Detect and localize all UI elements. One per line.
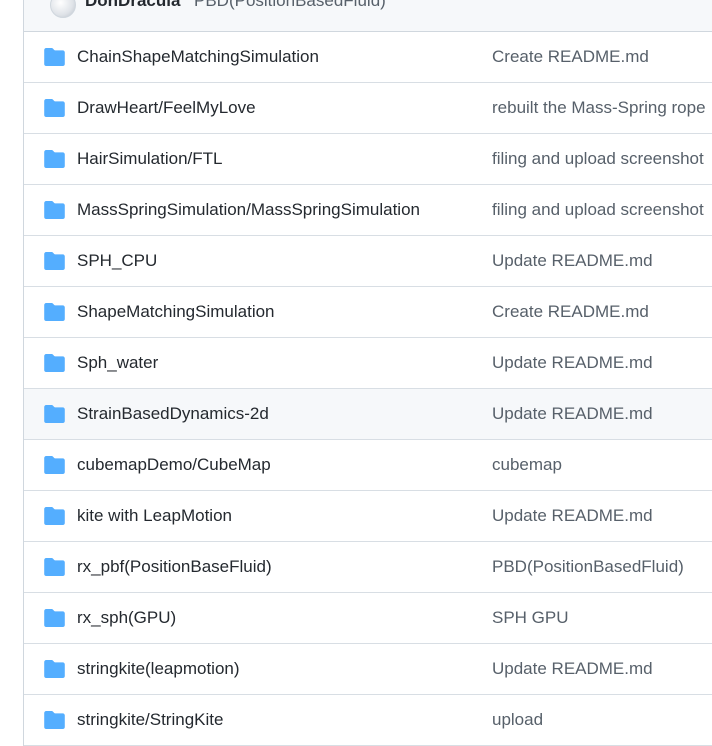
file-name-link[interactable]: stringkite(leapmotion) xyxy=(77,659,240,679)
file-row[interactable]: cubemapDemo/CubeMap cubemap xyxy=(24,440,712,491)
file-name-link[interactable]: ShapeMatchingSimulation xyxy=(77,302,275,322)
file-name-link[interactable]: Sph_water xyxy=(77,353,158,373)
file-row[interactable]: DrawHeart/FeelMyLove rebuilt the Mass-Sp… xyxy=(24,83,712,134)
file-table: DonDracula PBD(PositionBasedFluid) Chain… xyxy=(23,0,712,746)
file-row[interactable]: stringkite/StringKite upload xyxy=(24,695,712,746)
file-row[interactable]: rx_sph(GPU) SPH GPU xyxy=(24,593,712,644)
folder-icon xyxy=(44,48,65,66)
folder-icon xyxy=(44,405,65,423)
file-name-link[interactable]: rx_pbf(PositionBaseFluid) xyxy=(77,557,272,577)
file-name-link[interactable]: kite with LeapMotion xyxy=(77,506,232,526)
folder-icon xyxy=(44,660,65,678)
folder-icon xyxy=(44,201,65,219)
commit-message-link[interactable]: PBD(PositionBasedFluid) xyxy=(492,557,684,577)
file-name-link[interactable]: DrawHeart/FeelMyLove xyxy=(77,98,256,118)
latest-commit-header: DonDracula PBD(PositionBasedFluid) xyxy=(24,0,712,32)
commit-message-link[interactable]: cubemap xyxy=(492,455,562,475)
file-row[interactable]: stringkite(leapmotion) Update README.md xyxy=(24,644,712,695)
commit-message-link[interactable]: Update README.md xyxy=(492,506,653,526)
commit-message-link[interactable]: SPH GPU xyxy=(492,608,569,628)
file-row[interactable]: ChainShapeMatchingSimulation Create READ… xyxy=(24,32,712,83)
folder-icon xyxy=(44,456,65,474)
folder-icon xyxy=(44,303,65,321)
commit-message-link[interactable]: filing and upload screenshot xyxy=(492,149,704,169)
commit-message-link[interactable]: filing and upload screenshot xyxy=(492,200,704,220)
file-row-hovered[interactable]: StrainBasedDynamics-2d Update README.md xyxy=(24,389,712,440)
file-row[interactable]: ShapeMatchingSimulation Create README.md xyxy=(24,287,712,338)
folder-icon xyxy=(44,252,65,270)
file-row[interactable]: SPH_CPU Update README.md xyxy=(24,236,712,287)
file-row[interactable]: rx_pbf(PositionBaseFluid) PBD(PositionBa… xyxy=(24,542,712,593)
file-name-link[interactable]: SPH_CPU xyxy=(77,251,157,271)
commit-message-link[interactable]: Update README.md xyxy=(492,659,653,679)
folder-icon xyxy=(44,150,65,168)
commit-message-link[interactable]: upload xyxy=(492,710,543,730)
file-row[interactable]: Sph_water Update README.md xyxy=(24,338,712,389)
latest-commit-message[interactable]: PBD(PositionBasedFluid) xyxy=(194,0,386,11)
commit-message-link[interactable]: rebuilt the Mass-Spring rope xyxy=(492,98,706,118)
file-name-link[interactable]: StrainBasedDynamics-2d xyxy=(77,404,269,424)
file-name-link[interactable]: cubemapDemo/CubeMap xyxy=(77,455,271,475)
file-name-link[interactable]: HairSimulation/FTL xyxy=(77,149,223,169)
commit-message-link[interactable]: Update README.md xyxy=(492,353,653,373)
file-name-link[interactable]: ChainShapeMatchingSimulation xyxy=(77,47,319,67)
folder-icon xyxy=(44,609,65,627)
file-name-link[interactable]: rx_sph(GPU) xyxy=(77,608,176,628)
file-row[interactable]: HairSimulation/FTL filing and upload scr… xyxy=(24,134,712,185)
file-name-link[interactable]: stringkite/StringKite xyxy=(77,710,223,730)
folder-icon xyxy=(44,507,65,525)
file-row[interactable]: kite with LeapMotion Update README.md xyxy=(24,491,712,542)
folder-icon xyxy=(44,354,65,372)
file-row[interactable]: MassSpringSimulation/MassSpringSimulatio… xyxy=(24,185,712,236)
folder-icon xyxy=(44,711,65,729)
commit-message-link[interactable]: Create README.md xyxy=(492,47,649,67)
commit-message-link[interactable]: Update README.md xyxy=(492,404,653,424)
commit-message-link[interactable]: Create README.md xyxy=(492,302,649,322)
commit-message-link[interactable]: Update README.md xyxy=(492,251,653,271)
avatar[interactable] xyxy=(50,0,76,18)
folder-icon xyxy=(44,99,65,117)
file-name-link[interactable]: MassSpringSimulation/MassSpringSimulatio… xyxy=(77,200,420,220)
folder-icon xyxy=(44,558,65,576)
commit-author[interactable]: DonDracula xyxy=(85,0,180,11)
